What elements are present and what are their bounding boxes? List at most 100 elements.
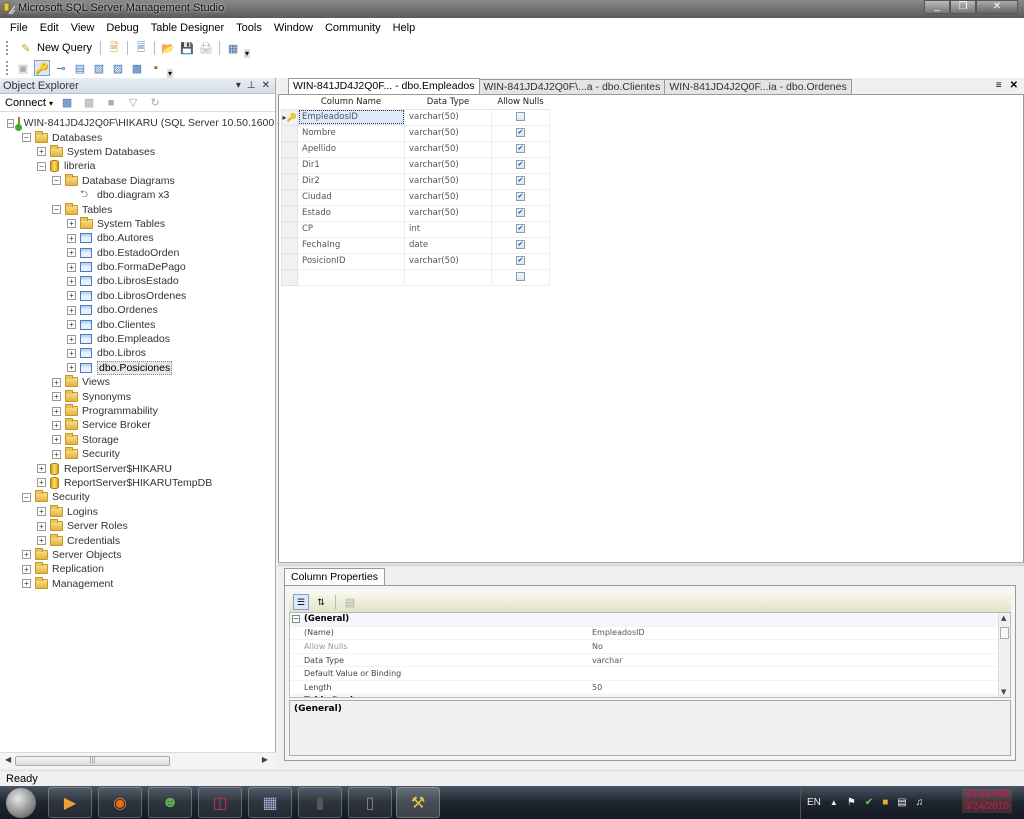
tree-node[interactable]: + Management — [0, 576, 275, 591]
category-table-designer[interactable]: − Table Designer — [290, 694, 1010, 697]
tree-node[interactable]: + System Databases — [0, 144, 275, 159]
language-indicator[interactable]: EN — [807, 797, 821, 808]
tree-node[interactable]: + System Tables — [0, 216, 275, 231]
data-type-cell[interactable]: varchar(50) — [404, 108, 492, 126]
security-icon[interactable]: ✔ — [865, 797, 873, 808]
tree-node[interactable]: ⮌ dbo.diagram x3 — [0, 188, 275, 202]
connect-button[interactable]: Connect ▾ — [5, 97, 53, 109]
property-row[interactable]: (Name) EmpleadosID — [290, 627, 1010, 641]
alphabetical-sort-icon[interactable]: ⇅ — [313, 594, 329, 610]
taskbar-media-device[interactable]: ▮ — [298, 787, 342, 818]
tree-node[interactable]: − Tables — [0, 202, 275, 216]
tree-node[interactable]: + dbo.Libros — [0, 346, 275, 360]
taskbar-media-player[interactable]: ▶ — [48, 787, 92, 818]
collapse-icon[interactable]: − — [292, 615, 300, 624]
scroll-down-icon[interactable]: ▼ — [1001, 688, 1006, 696]
save-icon[interactable]: 💾 — [179, 40, 195, 56]
collapse-icon[interactable]: − — [37, 161, 46, 171]
open-folder-icon[interactable]: 📂 — [160, 40, 176, 56]
toolbar-overflow-icon[interactable]: ▾ — [244, 49, 251, 58]
tree-node[interactable]: − Security — [0, 490, 275, 504]
column-name-cell[interactable]: Estado — [297, 204, 405, 222]
column-name-cell[interactable]: Dir1 — [297, 156, 405, 174]
menu-community[interactable]: Community — [319, 22, 387, 34]
expand-icon[interactable]: + — [37, 464, 46, 474]
allow-nulls-checkbox[interactable] — [516, 272, 525, 281]
manage-indexes-icon[interactable]: ▤ — [72, 60, 88, 76]
column-name-cell[interactable] — [297, 268, 405, 286]
table-row[interactable]: ▸🔑 EmpleadosID varchar(50) — [281, 108, 550, 126]
column-name-cell[interactable]: EmpleadosID — [297, 108, 405, 126]
menu-file[interactable]: File — [4, 22, 34, 34]
allow-nulls-checkbox[interactable]: ✔ — [516, 224, 525, 233]
table-row[interactable]: Nombre varchar(50) ✔ — [281, 124, 550, 142]
expand-icon[interactable]: + — [52, 449, 61, 459]
table-row[interactable]: Estado varchar(50) ✔ — [281, 204, 550, 222]
scrollbar-thumb[interactable] — [1000, 627, 1009, 639]
tree-node[interactable]: + Synonyms — [0, 389, 275, 403]
tree-node[interactable]: + dbo.FormaDePago — [0, 260, 275, 274]
primary-key-icon[interactable]: ▸🔑 — [281, 108, 298, 126]
horizontal-scrollbar[interactable]: ◀ ||| ▶ — [0, 752, 276, 768]
expand-icon[interactable]: + — [52, 406, 61, 416]
allow-nulls-checkbox[interactable] — [516, 112, 525, 121]
expand-icon[interactable]: + — [67, 219, 76, 229]
connect-object-explorer-icon[interactable]: ▩ — [59, 95, 75, 111]
collapse-icon[interactable]: − — [22, 133, 31, 143]
expand-icon[interactable]: + — [67, 305, 76, 315]
expand-icon[interactable]: + — [52, 420, 61, 430]
table-row[interactable]: Ciudad varchar(50) ✔ — [281, 188, 550, 206]
tab-ordenes[interactable]: WIN-841JD4J2Q0F...ia - dbo.Ordenes — [664, 79, 852, 94]
data-type-cell[interactable]: varchar(50) — [404, 140, 492, 158]
tree-node[interactable]: + Replication — [0, 562, 275, 576]
tree-node[interactable]: + Service Broker — [0, 418, 275, 432]
collapse-icon[interactable]: − — [292, 696, 300, 697]
set-primary-key-icon[interactable]: 🔑 — [34, 60, 50, 76]
allow-nulls-checkbox[interactable]: ✔ — [516, 192, 525, 201]
tree-node[interactable]: + Programmability — [0, 404, 275, 418]
tree-node[interactable]: − Databases — [0, 130, 275, 144]
row-selector[interactable] — [281, 124, 298, 142]
scroll-up-icon[interactable]: ▲ — [1001, 614, 1006, 622]
row-selector[interactable] — [281, 268, 298, 286]
volume-icon[interactable]: ♫ — [916, 797, 924, 808]
expand-icon[interactable]: + — [37, 536, 46, 546]
refresh-icon[interactable]: ↻ — [147, 95, 163, 111]
tab-list-icon[interactable]: ≡ — [996, 80, 1002, 91]
menu-window[interactable]: Window — [268, 22, 319, 34]
tree-node[interactable]: + Server Objects — [0, 547, 275, 562]
taskbar-access[interactable]: ◫ — [198, 787, 242, 818]
row-selector[interactable] — [281, 204, 298, 222]
taskbar-document[interactable]: ▯ — [348, 787, 392, 818]
allow-nulls-checkbox[interactable]: ✔ — [516, 176, 525, 185]
show-hidden-icons[interactable]: ▲ — [830, 798, 838, 807]
fulltext-index-icon[interactable]: ▧ — [91, 60, 107, 76]
minimize-button[interactable]: _ — [924, 0, 950, 14]
property-value[interactable]: EmpleadosID — [592, 628, 645, 637]
restore-button[interactable]: ❐ — [950, 0, 976, 14]
tree-node[interactable]: + dbo.Posiciones — [0, 360, 275, 375]
row-selector[interactable] — [281, 156, 298, 174]
expand-icon[interactable]: + — [67, 248, 76, 258]
menu-tools[interactable]: Tools — [230, 22, 268, 34]
tree-node[interactable]: + Security — [0, 447, 275, 461]
table-row[interactable]: CP int ✔ — [281, 220, 550, 238]
expand-icon[interactable]: + — [67, 320, 76, 330]
spatial-indexes-icon[interactable]: ▪ — [148, 60, 164, 76]
expand-icon[interactable]: + — [22, 579, 31, 589]
data-type-cell[interactable]: int — [404, 220, 492, 238]
column-name-cell[interactable]: Apellido — [297, 140, 405, 158]
collapse-icon[interactable]: − — [22, 492, 31, 502]
tab-empleados[interactable]: WIN-841JD4J2Q0F... - dbo.Empleados — [288, 78, 480, 94]
table-row[interactable]: FechaIng date ✔ — [281, 236, 550, 254]
data-type-cell[interactable]: varchar(50) — [404, 188, 492, 206]
menu-debug[interactable]: Debug — [100, 22, 144, 34]
allow-nulls-checkbox[interactable]: ✔ — [516, 240, 525, 249]
tree-node[interactable]: + Credentials — [0, 533, 275, 547]
row-selector[interactable] — [281, 236, 298, 254]
close-button[interactable]: ✕ — [976, 0, 1018, 14]
expand-icon[interactable]: + — [67, 363, 76, 373]
windows-update-icon[interactable]: ■ — [882, 797, 888, 808]
property-row[interactable]: Length 50 — [290, 681, 1010, 695]
property-pages-icon[interactable]: ▤ — [342, 594, 358, 610]
